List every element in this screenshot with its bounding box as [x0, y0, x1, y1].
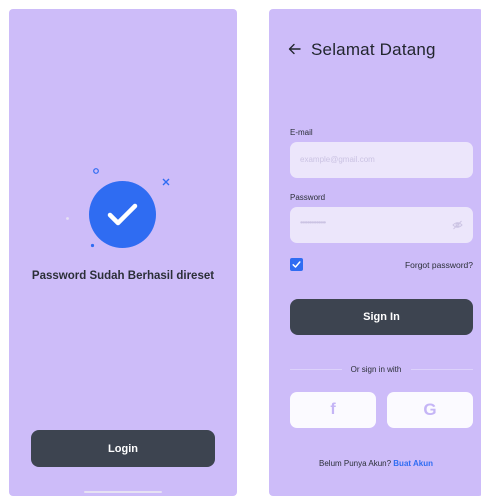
sign-in-screen: Selamat Datang E-mail example@gmail.com … [269, 9, 481, 496]
divider-right [411, 369, 473, 370]
forgot-password-link[interactable]: Forgot password? [405, 260, 473, 270]
password-label: Password [290, 193, 326, 202]
home-indicator [84, 491, 162, 493]
success-check-icon [89, 181, 156, 248]
remember-checkbox[interactable] [290, 258, 303, 271]
confetti-cross-icon [162, 178, 170, 186]
facebook-icon: f [330, 401, 336, 418]
facebook-button[interactable]: f [290, 392, 376, 428]
login-button[interactable]: Login [31, 430, 215, 467]
email-field[interactable]: example@gmail.com [290, 142, 473, 178]
success-illustration [9, 164, 237, 254]
password-placeholder: •••••••••••••• [300, 218, 326, 227]
create-account-link[interactable]: Buat Akun [393, 459, 433, 468]
password-field[interactable]: •••••••••••••• [290, 207, 473, 243]
confetti-dot-icon [66, 217, 69, 220]
back-arrow-icon[interactable] [288, 42, 301, 59]
google-icon: G [423, 400, 437, 419]
success-message: Password Sudah Berhasil direset [31, 270, 215, 282]
confetti-ring-icon [93, 168, 99, 174]
page-title: Selamat Datang [311, 40, 436, 59]
email-placeholder: example@gmail.com [300, 155, 375, 164]
email-label: E-mail [290, 128, 313, 137]
eye-off-icon[interactable] [452, 220, 463, 230]
footer-prompt-text: Belum Punya Akun? [319, 459, 392, 468]
password-reset-success-screen: Password Sudah Berhasil direset Login [9, 9, 237, 496]
google-button[interactable]: G [387, 392, 473, 428]
sign-in-button[interactable]: Sign In [290, 299, 473, 335]
footer-signup-prompt: Belum Punya Akun? Buat Akun [269, 459, 481, 468]
